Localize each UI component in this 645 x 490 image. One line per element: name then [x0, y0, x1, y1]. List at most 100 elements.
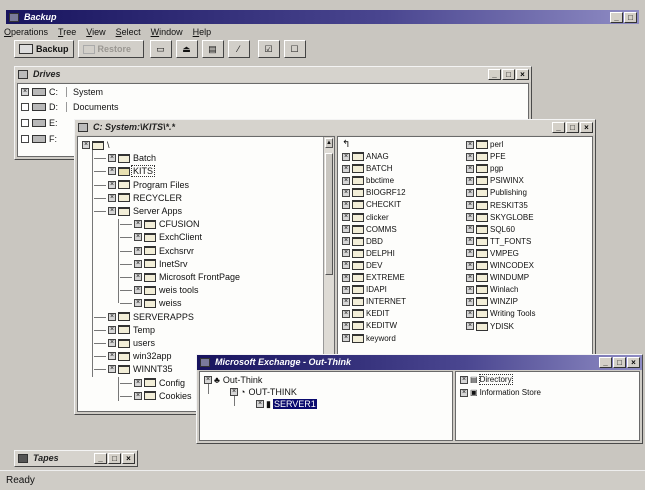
file-list-item[interactable]: × YDISK [466, 321, 514, 332]
folder-tree-item[interactable]: × ExchClient [120, 231, 203, 243]
tapes-window-minimized[interactable]: Tapes _ □ × [14, 450, 138, 467]
file-checkbox[interactable]: × [466, 322, 474, 330]
exchange-tree-item[interactable]: × ◔ OUT-THINK [230, 386, 298, 398]
folder-checkbox[interactable]: × [108, 312, 116, 321]
file-checkbox[interactable]: × [342, 297, 350, 306]
folder-checkbox[interactable]: × [108, 207, 116, 215]
file-list-item[interactable]: × SKYGLOBE [466, 212, 534, 223]
file-list-item[interactable]: × WINDUMP [466, 272, 529, 283]
menu-window[interactable]: Window [151, 27, 183, 37]
exchange-checkbox[interactable]: × [256, 400, 264, 408]
file-list-item[interactable]: × Writing Tools [466, 308, 536, 319]
folder-tree-item[interactable]: × KITS [94, 165, 156, 178]
file-list-item[interactable]: × KEDITW [342, 320, 397, 331]
drives-close-button[interactable]: × [516, 69, 529, 80]
exchange-checkbox[interactable]: × [230, 388, 238, 396]
drive-row-e[interactable]: E: [21, 116, 58, 130]
exchange-minimize-button[interactable]: _ [599, 357, 612, 368]
maximize-button[interactable]: □ [624, 12, 637, 23]
file-checkbox[interactable]: × [466, 164, 474, 173]
drive-checkbox-f[interactable] [21, 135, 29, 143]
drive-checkbox-d[interactable] [21, 103, 29, 111]
drive-checkbox-e[interactable] [21, 119, 29, 127]
erase-button[interactable]: ▤ [201, 40, 224, 58]
folder-checkbox[interactable]: × [108, 325, 116, 334]
file-list-item[interactable]: × clicker [342, 212, 389, 223]
file-list-item[interactable]: × RESKIT35 [466, 200, 528, 211]
file-checkbox[interactable]: × [342, 273, 350, 282]
folder-tree-item[interactable]: × users [94, 337, 156, 349]
tree-scroll-thumb[interactable] [325, 153, 333, 275]
file-checkbox[interactable]: × [342, 213, 350, 221]
file-list-item[interactable]: × bbctime [342, 175, 394, 186]
file-checkbox[interactable]: × [466, 225, 474, 234]
eject-button[interactable]: ⏏ [175, 40, 198, 58]
file-checkbox[interactable]: × [342, 261, 350, 270]
exchange-close-button[interactable]: × [627, 357, 640, 368]
file-list-item[interactable]: × KEDIT [342, 308, 390, 319]
file-checkbox[interactable]: × [342, 334, 350, 342]
tape-button[interactable]: ▭ [149, 40, 172, 58]
minimize-button[interactable]: _ [610, 12, 623, 23]
exchange-list-checkbox[interactable]: × [460, 388, 468, 397]
folder-checkbox[interactable]: × [134, 286, 142, 295]
menu-operations[interactable]: Operations [4, 27, 48, 37]
file-checkbox[interactable]: × [466, 176, 474, 185]
drive-row-f[interactable]: F: [21, 132, 57, 146]
drive-row-c[interactable]: × C: System [21, 85, 126, 99]
drive-checkbox-c[interactable]: × [21, 88, 29, 96]
file-list-item[interactable]: × PFE [466, 151, 506, 162]
drives-minimize-button[interactable]: _ [488, 69, 501, 80]
file-list-item[interactable]: × pgp [466, 163, 503, 174]
file-checkbox[interactable]: × [342, 309, 350, 318]
tapes-restore-button[interactable]: _ [94, 453, 107, 464]
system-close-button[interactable]: × [580, 122, 593, 133]
exchange-list-checkbox[interactable]: × [460, 375, 468, 384]
folder-tree-item[interactable]: × SERVERAPPS [94, 311, 195, 323]
folder-tree-item[interactable]: × weiss [120, 297, 183, 309]
file-list-item[interactable]: × VMPEG [466, 248, 519, 259]
folder-checkbox[interactable]: × [134, 259, 142, 268]
scroll-up-arrow[interactable]: ▲ [325, 138, 333, 148]
file-checkbox[interactable]: × [342, 200, 350, 209]
menu-view[interactable]: View [86, 27, 105, 37]
exchange-checkbox[interactable]: × [204, 376, 212, 384]
folder-tree-item[interactable]: × Cookies [120, 390, 193, 402]
file-checkbox[interactable]: × [466, 201, 474, 209]
folder-checkbox[interactable]: × [108, 180, 116, 189]
file-checkbox[interactable]: × [342, 225, 350, 234]
folder-tree-item[interactable]: × Config [120, 377, 186, 389]
file-list-item[interactable]: × ANAG [342, 151, 389, 162]
file-checkbox[interactable]: × [466, 140, 474, 149]
folder-tree-item[interactable]: × Exchsrvr [120, 245, 195, 257]
exchange-tree-item[interactable]: × ▮ SERVER1 [256, 398, 317, 410]
folder-checkbox[interactable]: × [108, 193, 116, 202]
file-list-item[interactable]: × COMMS [342, 224, 397, 235]
file-checkbox[interactable]: × [466, 297, 474, 306]
file-checkbox[interactable]: × [466, 261, 474, 270]
file-checkbox[interactable]: × [342, 321, 350, 330]
file-list-item[interactable]: × PSIWINX [466, 175, 524, 186]
folder-tree-item[interactable]: × Temp [94, 324, 156, 336]
file-checkbox[interactable]: × [466, 152, 474, 161]
retension-button[interactable]: ⁄ [227, 40, 250, 58]
folder-checkbox[interactable]: × [134, 273, 142, 281]
file-list-item[interactable]: × TT_FONTS [466, 236, 531, 247]
file-list-item[interactable]: × IDAPI [342, 284, 387, 295]
folder-tree-item[interactable]: × InetSrv [120, 258, 189, 270]
drive-row-d[interactable]: D: Documents [21, 100, 126, 114]
file-list-item[interactable]: × CHECKIT [342, 199, 401, 210]
file-checkbox[interactable]: × [342, 237, 350, 246]
file-checkbox[interactable]: × [342, 176, 350, 185]
file-list-item[interactable]: × DBD [342, 236, 383, 247]
folder-tree-item[interactable]: × Program Files [94, 179, 190, 191]
drives-maximize-button[interactable]: □ [502, 69, 515, 80]
folder-tree-item[interactable]: × WINNT35 [94, 363, 174, 375]
file-list-item[interactable]: × Publishing [466, 187, 527, 198]
file-checkbox[interactable]: × [342, 249, 350, 258]
folder-checkbox[interactable]: × [134, 391, 142, 400]
folder-tree-item[interactable]: × weis tools [120, 284, 200, 296]
file-checkbox[interactable]: × [466, 285, 474, 294]
file-checkbox[interactable]: × [342, 188, 350, 197]
folder-checkbox[interactable]: × [134, 220, 142, 229]
